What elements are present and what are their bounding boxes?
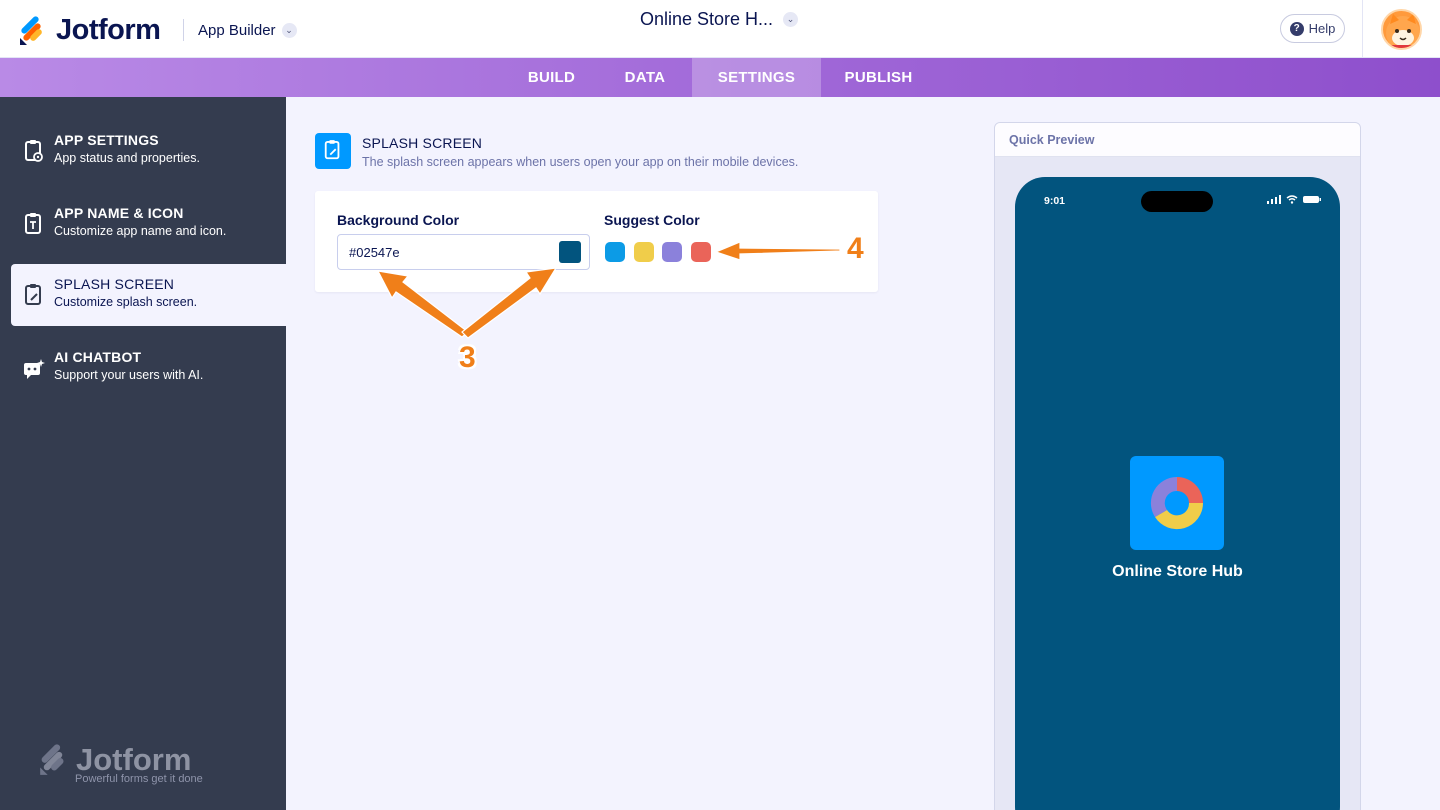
- edit-document-icon: [324, 140, 340, 160]
- product-label: App Builder: [198, 22, 276, 39]
- app-icon: [1130, 456, 1224, 550]
- brand-name: Jotform: [56, 14, 161, 46]
- suggest-color-label: Suggest Color: [604, 212, 700, 228]
- suggested-color-yellow[interactable]: [634, 242, 654, 262]
- donut-chart-icon: [1150, 476, 1204, 530]
- header-divider: [1362, 0, 1363, 58]
- background-color-value: #02547e: [349, 245, 400, 260]
- quick-preview-panel: Quick Preview 9:01 Online Store Hub: [994, 122, 1361, 810]
- help-label: Help: [1308, 21, 1336, 36]
- tab-settings[interactable]: SETTINGS: [692, 58, 821, 97]
- splash-app-name: Online Store Hub: [1112, 563, 1243, 580]
- settings-sidebar: APP SETTINGS App status and properties. …: [0, 97, 286, 810]
- signal-icon: [1267, 195, 1281, 204]
- color-picker-swatch[interactable]: [559, 241, 581, 263]
- phone-notch: [1141, 191, 1213, 212]
- section-description: The splash screen appears when users ope…: [362, 155, 799, 169]
- chatbot-icon: [24, 359, 45, 379]
- edit-document-icon: [25, 284, 41, 305]
- splash-screen-section-icon: [315, 133, 351, 169]
- tab-publish[interactable]: PUBLISH: [821, 58, 936, 97]
- avatar-cat-icon: [1386, 14, 1420, 48]
- section-title: SPLASH SCREEN: [362, 135, 483, 151]
- sidebar-item-title: SPLASH SCREEN: [54, 276, 175, 292]
- battery-icon: [1303, 196, 1321, 203]
- background-color-field[interactable]: #02547e: [337, 234, 590, 270]
- phone-mockup: 9:01 Online Store Hub: [1015, 177, 1340, 810]
- help-button[interactable]: ? Help: [1280, 14, 1345, 43]
- sidebar-item-splash-screen[interactable]: SPLASH SCREEN Customize splash screen.: [11, 264, 286, 326]
- product-switcher[interactable]: App Builder ⌄: [198, 22, 297, 39]
- main-nav: BUILD DATA SETTINGS PUBLISH: [0, 58, 1440, 97]
- annotation-marker-4: 4: [847, 232, 864, 265]
- chevron-down-icon: ⌄: [783, 12, 799, 27]
- sidebar-item-app-settings[interactable]: APP SETTINGS App status and properties.: [11, 120, 286, 182]
- avatar[interactable]: [1381, 9, 1422, 50]
- preview-header: Quick Preview: [995, 123, 1360, 157]
- jotform-logo-icon: [20, 15, 42, 45]
- wifi-icon: [1286, 195, 1298, 204]
- jotform-logo-icon: [40, 744, 64, 775]
- sidebar-item-title: APP NAME & ICON: [54, 205, 184, 221]
- sidebar-item-subtitle: Support your users with AI.: [54, 368, 204, 382]
- sidebar-item-ai-chatbot[interactable]: AI CHATBOT Support your users with AI.: [11, 337, 286, 399]
- preview-title: Quick Preview: [1009, 133, 1095, 147]
- sidebar-item-subtitle: Customize splash screen.: [54, 295, 198, 309]
- sidebar-item-app-name-icon[interactable]: APP NAME & ICON Customize app name and i…: [11, 193, 286, 255]
- suggested-color-purple[interactable]: [662, 242, 682, 262]
- gear-document-icon: [25, 140, 43, 162]
- background-color-label: Background Color: [337, 212, 460, 228]
- status-icons: [1267, 195, 1321, 204]
- top-bar: Jotform App Builder ⌄ Online Store H... …: [0, 0, 1440, 58]
- sidebar-item-title: APP SETTINGS: [54, 132, 159, 148]
- sidebar-footer-tagline: Powerful forms get it done: [75, 773, 203, 785]
- tab-build[interactable]: BUILD: [505, 58, 598, 97]
- sidebar-item-title: AI CHATBOT: [54, 349, 142, 365]
- header-divider: [183, 19, 184, 41]
- suggested-color-red[interactable]: [691, 242, 711, 262]
- status-time: 9:01: [1044, 195, 1066, 207]
- jotform-logo[interactable]: Jotform: [18, 14, 161, 47]
- app-title: Online Store H...: [640, 9, 774, 29]
- annotation-marker-3: 3: [459, 341, 476, 374]
- sidebar-item-subtitle: Customize app name and icon.: [54, 224, 227, 238]
- question-icon: ?: [1289, 21, 1304, 36]
- text-document-icon: [25, 213, 41, 234]
- suggested-color-blue[interactable]: [605, 242, 625, 262]
- sidebar-item-subtitle: App status and properties.: [54, 151, 200, 165]
- tab-data[interactable]: DATA: [598, 58, 692, 97]
- chevron-down-icon: ⌄: [281, 23, 297, 38]
- app-title-dropdown[interactable]: Online Store H... ⌄: [640, 9, 799, 30]
